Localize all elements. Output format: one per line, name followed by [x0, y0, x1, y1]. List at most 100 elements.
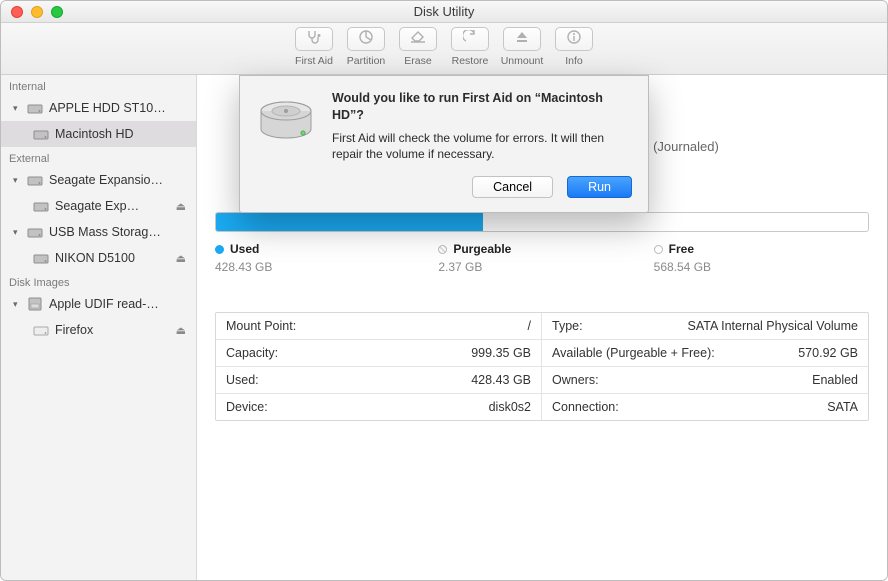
eject-icon[interactable]: ⏏: [172, 200, 190, 213]
restore-arrow-icon: [463, 30, 477, 49]
table-row: Mount Point: /: [216, 313, 542, 339]
eraser-icon: [410, 30, 426, 48]
sidebar-item-label: Firefox: [55, 323, 172, 337]
sidebar-section-disk-images: Disk Images: [1, 271, 196, 291]
usage-legend: Used 428.43 GB Purgeable 2.37 GB Free 56…: [215, 242, 869, 274]
info-key: Mount Point:: [226, 319, 296, 333]
sidebar-disk-image-udif[interactable]: ▾ Apple UDIF read-…: [1, 291, 196, 317]
disclosure-triangle-icon[interactable]: ▾: [13, 103, 23, 114]
sidebar-item-label: Macintosh HD: [55, 127, 190, 141]
info-key: Available (Purgeable + Free):: [552, 346, 715, 360]
external-drive-icon: [27, 224, 43, 240]
sidebar-disk-usb-mass[interactable]: ▾ USB Mass Storag…: [1, 219, 196, 245]
toolbar-label: Restore: [452, 55, 489, 67]
info-value: /: [528, 319, 531, 333]
run-button[interactable]: Run: [567, 176, 632, 198]
titlebar: Disk Utility: [1, 1, 887, 23]
sidebar-volume-seagate[interactable]: Seagate Exp… ⏏: [1, 193, 196, 219]
eject-icon: [516, 30, 528, 48]
disk-image-icon: [27, 296, 43, 312]
toolbar-label: Info: [565, 55, 583, 67]
info-key: Owners:: [552, 373, 599, 387]
legend-dot-icon: [215, 245, 224, 254]
cancel-button[interactable]: Cancel: [472, 176, 553, 198]
sidebar-volume-nikon[interactable]: NIKON D5100 ⏏: [1, 245, 196, 271]
info-value: 570.92 GB: [798, 346, 858, 360]
sidebar-volume-firefox[interactable]: Firefox ⏏: [1, 317, 196, 343]
table-row: Available (Purgeable + Free): 570.92 GB: [542, 339, 868, 366]
sidebar-item-label: Apple UDIF read-…: [49, 297, 190, 311]
legend-value: 428.43 GB: [215, 260, 430, 274]
legend-used: Used 428.43 GB: [215, 242, 430, 274]
sidebar: Internal ▾ APPLE HDD ST10… Macintosh HD …: [1, 75, 197, 580]
disclosure-triangle-icon[interactable]: ▾: [13, 175, 23, 186]
legend-title: Used: [230, 242, 259, 256]
toolbar: First Aid Partition Erase Restore Unmoun…: [1, 23, 887, 75]
sidebar-disk-seagate[interactable]: ▾ Seagate Expansio…: [1, 167, 196, 193]
legend-dot-icon: [438, 245, 447, 254]
dialog-heading: Would you like to run First Aid on “Maci…: [332, 90, 632, 124]
harddrive-icon: [27, 100, 43, 116]
eject-icon[interactable]: ⏏: [172, 324, 190, 337]
sidebar-volume-macintosh-hd[interactable]: Macintosh HD: [1, 121, 196, 147]
external-drive-icon: [27, 172, 43, 188]
usage-used-segment: [216, 213, 483, 231]
info-value: 428.43 GB: [471, 373, 531, 387]
info-icon: [567, 30, 581, 49]
disclosure-triangle-icon[interactable]: ▾: [13, 227, 23, 238]
legend-free: Free 568.54 GB: [654, 242, 869, 274]
first-aid-dialog: Would you like to run First Aid on “Maci…: [239, 75, 649, 213]
legend-purgeable: Purgeable 2.37 GB: [438, 242, 653, 274]
sidebar-item-label: Seagate Exp…: [55, 199, 172, 213]
harddrive-large-icon: [254, 90, 318, 154]
info-key: Device:: [226, 400, 268, 414]
info-key: Type:: [552, 319, 583, 333]
sidebar-disk-internal[interactable]: ▾ APPLE HDD ST10…: [1, 95, 196, 121]
toolbar-erase[interactable]: Erase: [395, 27, 441, 67]
info-key: Connection:: [552, 400, 619, 414]
info-value: SATA Internal Physical Volume: [688, 319, 858, 333]
sidebar-item-label: APPLE HDD ST10…: [49, 101, 190, 115]
table-row: Capacity: 999.35 GB: [216, 339, 542, 366]
legend-title: Purgeable: [453, 242, 511, 256]
table-row: Connection: SATA: [542, 393, 868, 420]
volume-format-text: ed (Journaled): [635, 139, 869, 154]
table-row: Used: 428.43 GB: [216, 366, 542, 393]
sidebar-item-label: Seagate Expansio…: [49, 173, 190, 187]
toolbar-label: Unmount: [501, 55, 544, 67]
info-value: Enabled: [812, 373, 858, 387]
toolbar-restore[interactable]: Restore: [447, 27, 493, 67]
info-key: Capacity:: [226, 346, 278, 360]
legend-value: 568.54 GB: [654, 260, 869, 274]
info-value: disk0s2: [489, 400, 531, 414]
disclosure-triangle-icon[interactable]: ▾: [13, 299, 23, 310]
table-row: Owners: Enabled: [542, 366, 868, 393]
toolbar-info[interactable]: Info: [551, 27, 597, 67]
toolbar-unmount[interactable]: Unmount: [499, 27, 545, 67]
external-drive-icon: [33, 250, 49, 266]
info-key: Used:: [226, 373, 259, 387]
toolbar-label: Partition: [347, 55, 386, 67]
eject-icon[interactable]: ⏏: [172, 252, 190, 265]
sidebar-section-external: External: [1, 147, 196, 167]
storage-usage-bar: [215, 212, 869, 232]
legend-title: Free: [669, 242, 694, 256]
legend-dot-icon: [654, 245, 663, 254]
toolbar-label: Erase: [404, 55, 431, 67]
toolbar-partition[interactable]: Partition: [343, 27, 389, 67]
info-value: SATA: [827, 400, 858, 414]
legend-value: 2.37 GB: [438, 260, 653, 274]
info-value: 999.35 GB: [471, 346, 531, 360]
harddrive-icon: [33, 126, 49, 142]
sidebar-item-label: NIKON D5100: [55, 251, 172, 265]
toolbar-label: First Aid: [295, 55, 333, 67]
disk-utility-window: Disk Utility First Aid Partition Erase: [0, 0, 888, 581]
dialog-body-text: First Aid will check the volume for erro…: [332, 130, 632, 162]
stethoscope-icon: [306, 30, 322, 49]
external-drive-icon: [33, 198, 49, 214]
table-row: Device: disk0s2: [216, 393, 542, 420]
window-title: Disk Utility: [1, 4, 887, 19]
disk-image-volume-icon: [33, 322, 49, 338]
volume-info-table: Mount Point: / Type: SATA Internal Physica…: [215, 312, 869, 421]
toolbar-first-aid[interactable]: First Aid: [291, 27, 337, 67]
